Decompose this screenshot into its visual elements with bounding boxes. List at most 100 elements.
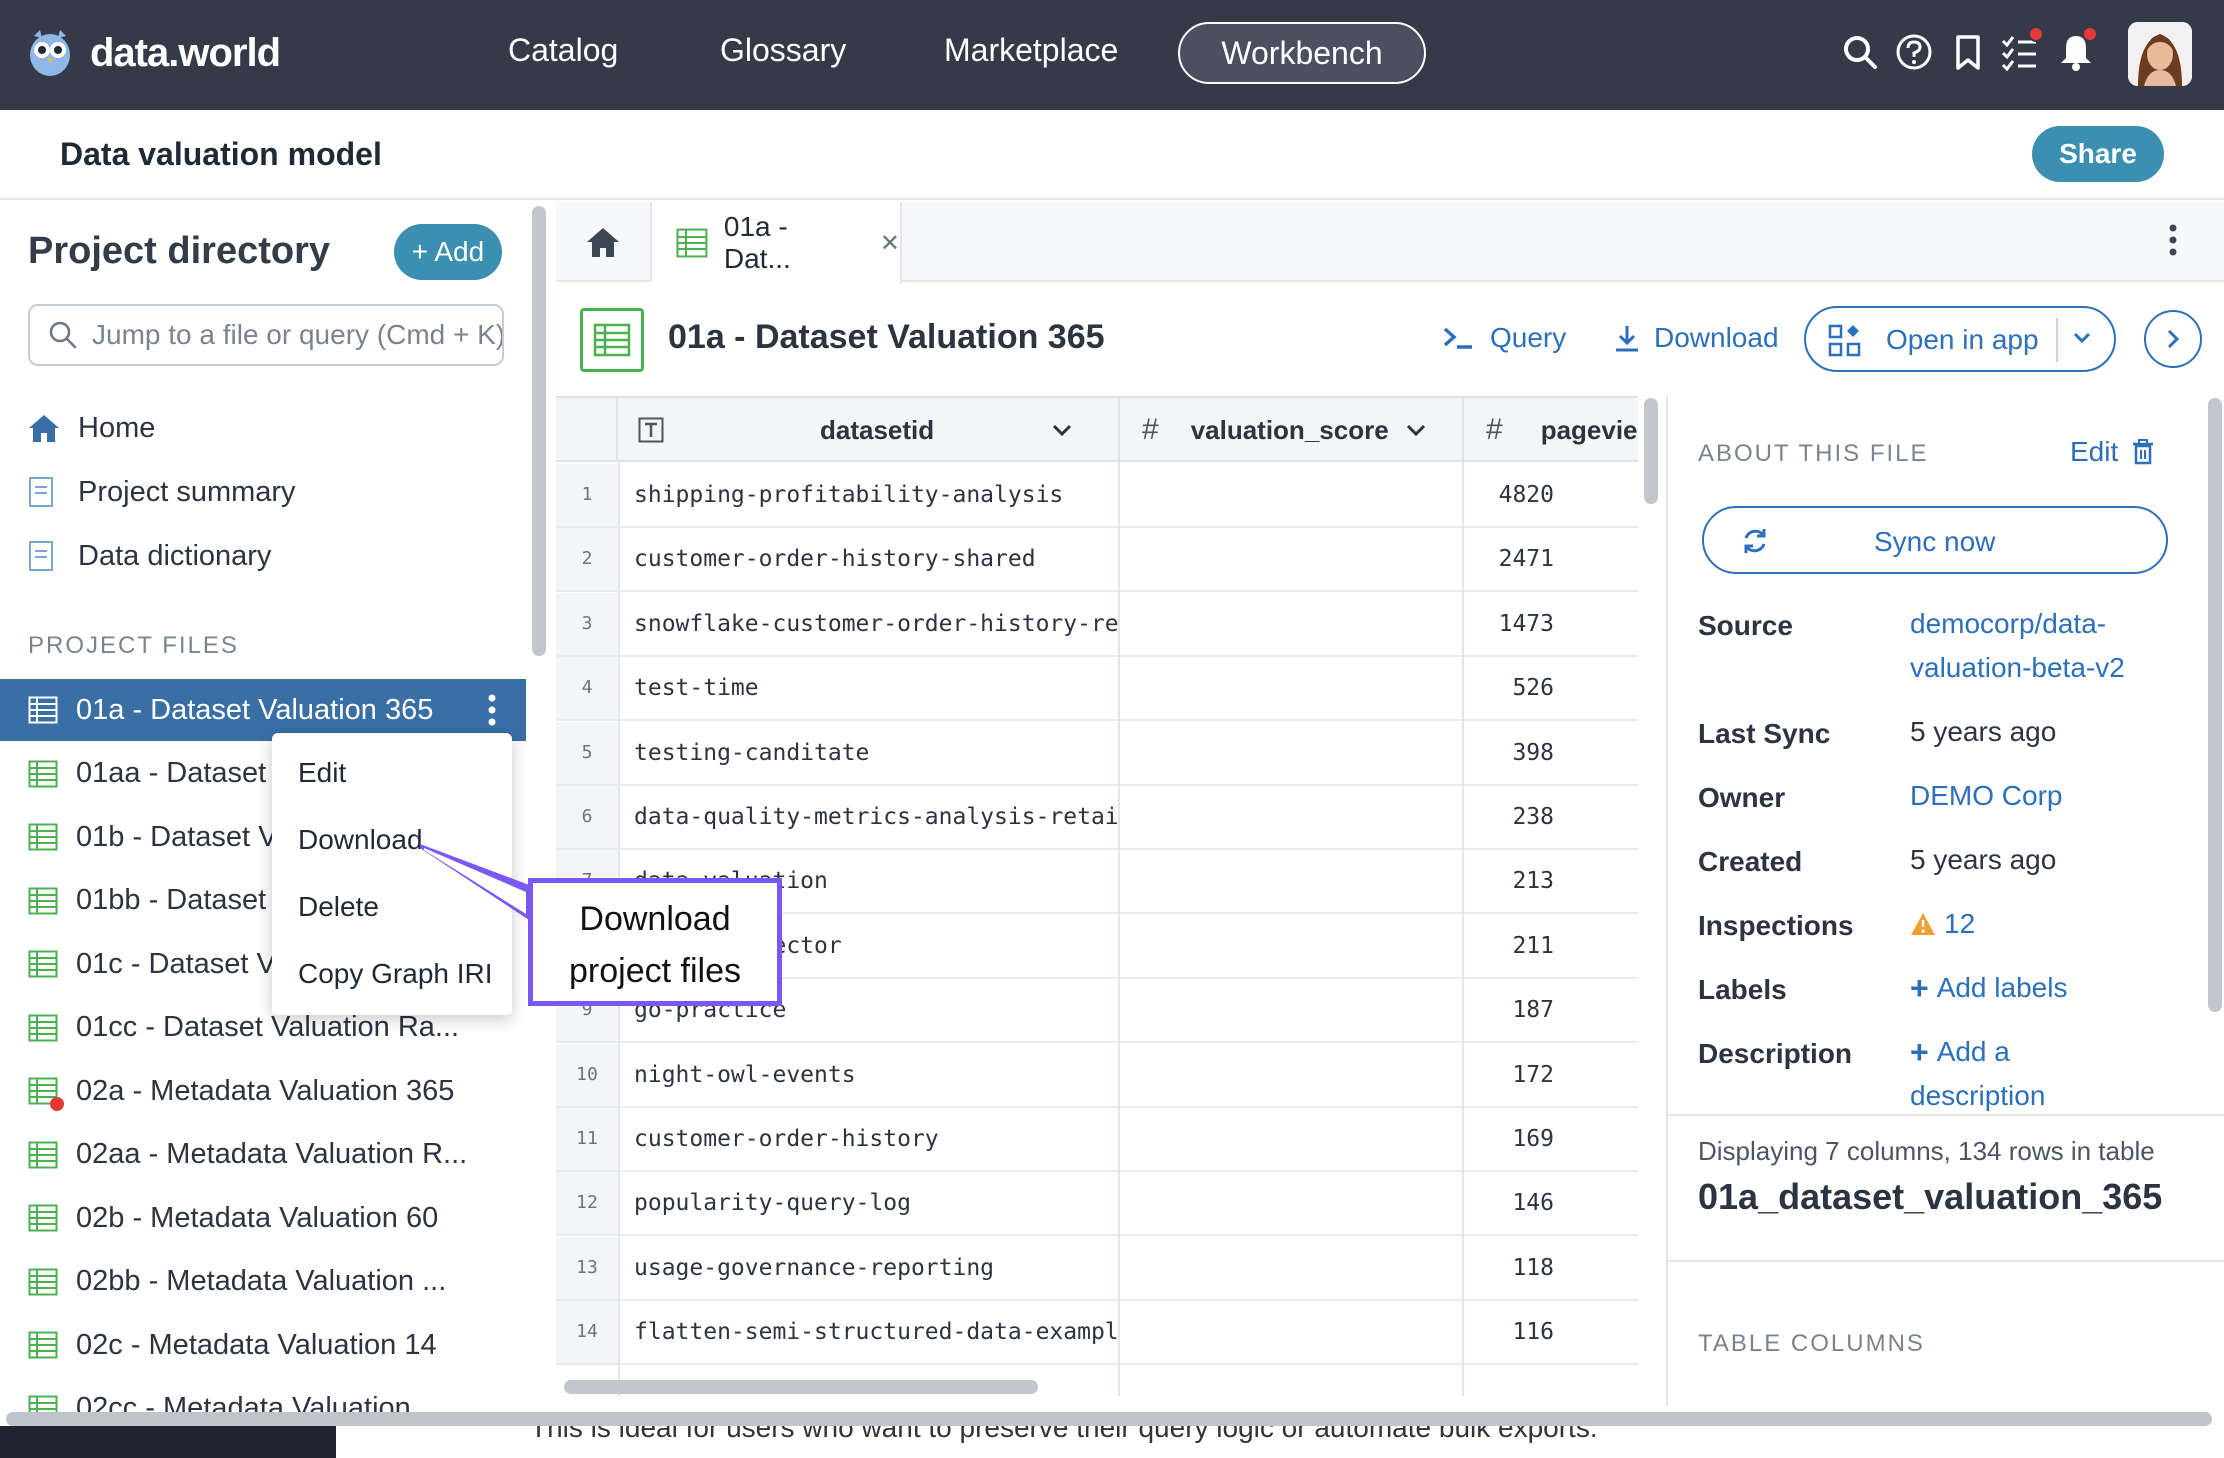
cell-valuation-score[interactable]: 146 <box>1118 1172 1570 1234</box>
table-row[interactable]: 6 data-quality-metrics-analysis-retailo 23… <box>556 786 1638 850</box>
open-in-app-button[interactable]: Open in app <box>1804 306 2116 372</box>
chevron-down-icon[interactable] <box>1404 418 1428 442</box>
table-row[interactable]: 11 customer-order-history 169 <box>556 1108 1638 1172</box>
cell-datasetid[interactable]: testing-canditate <box>634 722 1118 784</box>
download-button[interactable]: Download <box>1612 322 1779 354</box>
more-vertical-icon[interactable] <box>2168 224 2178 256</box>
page-horizontal-scrollbar[interactable] <box>6 1412 2212 1426</box>
bookmark-icon[interactable] <box>1948 32 1988 72</box>
menu-item-download[interactable]: Download <box>298 824 423 856</box>
menu-item-delete[interactable]: Delete <box>298 891 379 923</box>
cell-datasetid[interactable]: customer-order-history-shared <box>634 528 1118 590</box>
share-button[interactable]: Share <box>2032 126 2164 182</box>
help-icon[interactable] <box>1894 32 1934 72</box>
cell-datasetid[interactable]: customer-order-history <box>634 1108 1118 1170</box>
more-vertical-icon[interactable] <box>486 693 498 727</box>
cell-datasetid[interactable]: snowflake-customer-order-history-requ <box>634 593 1118 655</box>
sync-now-label: Sync now <box>1874 526 1996 557</box>
cell-datasetid[interactable]: usage-governance-reporting <box>634 1237 1118 1299</box>
download-label: Download <box>1654 322 1779 353</box>
table-row[interactable]: 5 testing-canditate 398 <box>556 721 1638 786</box>
cell-datasetid[interactable]: shipping-profitability-analysis <box>634 464 1118 526</box>
cell-datasetid[interactable]: popularity-query-log <box>634 1172 1118 1234</box>
column-header-pageviews[interactable]: # pagevie <box>1464 398 1638 462</box>
nav-glossary[interactable]: Glossary <box>720 32 846 69</box>
nav-catalog[interactable]: Catalog <box>508 32 618 69</box>
file-item[interactable]: 02b - Metadata Valuation 60 <box>0 1187 526 1249</box>
edit-about-button[interactable]: Edit <box>2070 436 2154 468</box>
cell-valuation-score[interactable]: 118 <box>1118 1237 1570 1299</box>
table-row[interactable]: 13 usage-governance-reporting 118 <box>556 1236 1638 1301</box>
cell-valuation-score[interactable]: 4820 <box>1118 464 1570 526</box>
table-summary-text: Displaying 7 columns, 134 rows in table <box>1698 1136 2155 1166</box>
file-item[interactable]: 01a - Dataset Valuation 365 <box>0 679 526 741</box>
project-header: Data valuation model Share <box>0 110 2224 200</box>
file-item[interactable]: 02c - Metadata Valuation 14 <box>0 1314 526 1376</box>
table-row[interactable]: 12 popularity-query-log 146 <box>556 1172 1638 1237</box>
column-header-datasetid[interactable]: datasetid <box>618 398 1118 462</box>
sync-now-button[interactable]: Sync now <box>1702 506 2168 574</box>
cell-datasetid[interactable]: data-quality-metrics-analysis-retailo <box>634 786 1118 848</box>
query-button[interactable]: Query <box>1442 322 1566 354</box>
cell-valuation-score[interactable]: 169 <box>1118 1108 1570 1170</box>
jump-search-field[interactable] <box>28 304 504 366</box>
status-dot <box>50 1097 64 1111</box>
jump-search-input[interactable] <box>92 306 502 364</box>
cell-valuation-score[interactable]: 172 <box>1118 1044 1570 1106</box>
meta-source-link[interactable]: democorp/data- valuation-beta-v2 <box>1910 602 2125 690</box>
cell-valuation-score[interactable]: 2471 <box>1118 528 1570 590</box>
meta-inspections-link[interactable]: 12 <box>1910 902 1975 946</box>
file-item[interactable]: 02cc - Metadata Valuation... <box>0 1378 526 1412</box>
table-row[interactable]: 3 snowflake-customer-order-history-requ 14… <box>556 592 1638 657</box>
menu-item-copy-graph-iri[interactable]: Copy Graph IRI <box>298 958 493 990</box>
cell-valuation-score[interactable]: 211 <box>1118 915 1570 977</box>
table-file-icon <box>28 823 60 851</box>
table-horizontal-scrollbar[interactable] <box>564 1380 1038 1394</box>
brand-logo[interactable]: data.world <box>28 28 281 78</box>
chevron-down-icon[interactable] <box>2070 326 2094 350</box>
query-label: Query <box>1490 322 1567 353</box>
close-icon[interactable]: ✕ <box>880 229 900 258</box>
file-item[interactable]: 02a - Metadata Valuation 365 <box>0 1060 526 1122</box>
trash-icon[interactable] <box>2132 439 2154 465</box>
sidebar-link-project-summary[interactable]: Project summary <box>28 468 296 516</box>
table-row[interactable]: 1 shipping-profitability-analysis 4820 <box>556 464 1638 528</box>
cell-valuation-score[interactable]: 238 <box>1118 786 1570 848</box>
panel-scrollbar[interactable] <box>2208 398 2222 1012</box>
cell-valuation-score[interactable]: 116 <box>1118 1301 1570 1363</box>
file-item-label: 01cc - Dataset Valuation Ra... <box>76 1011 460 1043</box>
meta-owner-link[interactable]: DEMO Corp <box>1910 774 2062 818</box>
nav-workbench[interactable]: Workbench <box>1178 22 1426 84</box>
table-row[interactable]: 4 test-time 526 <box>556 657 1638 722</box>
file-item[interactable]: 02bb - Metadata Valuation ... <box>0 1251 526 1313</box>
table-row[interactable]: 10 night-owl-events 172 <box>556 1043 1638 1108</box>
sidebar-scrollbar[interactable] <box>532 206 546 656</box>
table-row[interactable]: 14 flatten-semi-structured-data-example 11… <box>556 1301 1638 1366</box>
column-header-valuation-score[interactable]: # valuation_score <box>1120 398 1460 462</box>
sidebar-link-data-dictionary[interactable]: Data dictionary <box>28 532 271 580</box>
tab-file[interactable]: 01a - Dat... ✕ <box>652 202 902 284</box>
table-vertical-scrollbar[interactable] <box>1644 398 1658 504</box>
chevron-down-icon[interactable] <box>1050 418 1074 442</box>
add-button[interactable]: + Add <box>394 224 502 280</box>
tab-home[interactable] <box>556 202 652 282</box>
table-row[interactable]: 2 customer-order-history-shared 2471 <box>556 528 1638 593</box>
cell-valuation-score[interactable]: 187 <box>1118 979 1570 1041</box>
cell-valuation-score[interactable]: 398 <box>1118 722 1570 784</box>
cell-valuation-score[interactable]: 213 <box>1118 850 1570 912</box>
nav-marketplace[interactable]: Marketplace <box>944 32 1118 69</box>
file-item-label: 02b - Metadata Valuation 60 <box>76 1201 439 1234</box>
user-avatar[interactable] <box>2128 22 2192 86</box>
file-item[interactable]: 02aa - Metadata Valuation R... <box>0 1124 526 1186</box>
add-description-button[interactable]: + Add a description <box>1910 1030 2045 1118</box>
search-icon[interactable] <box>1840 32 1880 72</box>
cell-datasetid[interactable]: flatten-semi-structured-data-example <box>634 1301 1118 1363</box>
cell-datasetid[interactable]: night-owl-events <box>634 1044 1118 1106</box>
menu-item-edit[interactable]: Edit <box>298 757 346 789</box>
cell-valuation-score[interactable]: 526 <box>1118 657 1570 719</box>
expand-panel-button[interactable] <box>2144 310 2202 368</box>
cell-valuation-score[interactable]: 1473 <box>1118 593 1570 655</box>
cell-datasetid[interactable]: test-time <box>634 657 1118 719</box>
add-labels-button[interactable]: + Add labels <box>1910 966 2067 1010</box>
sidebar-link-home[interactable]: Home <box>28 404 155 452</box>
